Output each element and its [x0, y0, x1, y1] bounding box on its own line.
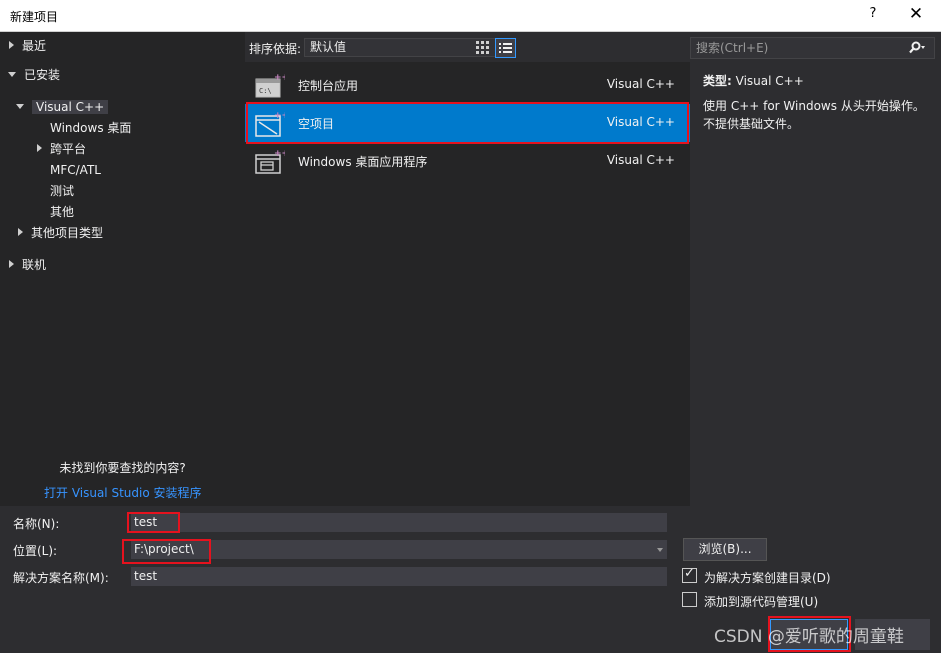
template-name: 控制台应用 — [298, 77, 358, 94]
type-value: Visual C++ — [736, 74, 804, 88]
title-bar: 新建项目 ? ✕ — [0, 0, 941, 32]
chevron-down-icon[interactable] — [16, 104, 24, 109]
location-value: F:\project\ — [134, 542, 194, 556]
create-directory-label: 为解决方案创建目录(D) — [704, 569, 831, 586]
chevron-right-icon[interactable] — [9, 260, 14, 268]
open-installer-link[interactable]: 打开 Visual Studio 安装程序 — [44, 484, 202, 501]
search-placeholder: 搜索(Ctrl+E) — [696, 41, 768, 55]
tree-item-label: 跨平台 — [50, 142, 86, 156]
template-list-toolbar: 排序依据: 默认值 — [245, 32, 690, 62]
template-name: 空项目 — [298, 115, 334, 132]
tree-item-label: 其他 — [50, 205, 74, 219]
tree-item-mfc-atl[interactable]: MFC/ATL — [50, 160, 101, 180]
tree-item-installed[interactable]: 已安装 — [8, 65, 60, 85]
template-language: Visual C++ — [607, 115, 675, 129]
svg-text:++: ++ — [274, 73, 285, 83]
console-app-icon: C:\ ++ — [255, 73, 285, 99]
template-type: 类型: Visual C++ — [703, 72, 935, 90]
close-button[interactable]: ✕ — [905, 4, 927, 24]
tree-item-label: 已安装 — [24, 68, 60, 82]
svg-text:C:\: C:\ — [259, 87, 272, 95]
svg-text:++: ++ — [274, 149, 285, 159]
template-name: Windows 桌面应用程序 — [298, 153, 427, 170]
location-input[interactable]: F:\project\ — [131, 540, 667, 559]
template-language: Visual C++ — [607, 77, 675, 91]
tree-item-test[interactable]: 测试 — [50, 181, 74, 201]
solution-name-value: test — [134, 569, 157, 583]
template-language: Visual C++ — [607, 153, 675, 167]
tree-item-label: 最近 — [22, 39, 46, 53]
tree-item-label: Visual C++ — [32, 100, 108, 114]
solution-name-label: 解决方案名称(M): — [13, 569, 109, 586]
template-list: C:\ ++ 控制台应用 Visual C++ ++ 空项目 Visual C+… — [245, 62, 690, 506]
dropdown-arrow-icon[interactable] — [657, 548, 663, 552]
grid-view-icon[interactable] — [474, 38, 492, 56]
tree-item-online[interactable]: 联机 — [9, 255, 46, 275]
list-view-button[interactable] — [495, 38, 516, 58]
template-details: 类型: Visual C++ 使用 C++ for Windows 从头开始操作… — [703, 72, 935, 133]
type-label: 类型: — [703, 74, 732, 88]
template-windows-desktop-app[interactable]: ++ Windows 桌面应用程序 Visual C++ — [245, 142, 690, 180]
svg-text:++: ++ — [274, 111, 285, 121]
list-view-icon — [496, 39, 515, 57]
sort-value: 默认值 — [310, 40, 346, 54]
tree-item-other[interactable]: 其他 — [50, 202, 74, 222]
sort-label: 排序依据: — [249, 40, 301, 57]
name-label: 名称(N): — [13, 515, 59, 532]
tree-item-label: MFC/ATL — [50, 163, 101, 177]
template-category-tree: 最近 已安装 Visual C++ Windows 桌面 跨平台 MFC/ATL… — [0, 32, 245, 506]
tree-item-visual-cpp[interactable]: Visual C++ — [16, 97, 108, 117]
search-input[interactable]: 搜索(Ctrl+E) — [690, 37, 935, 59]
windows-desktop-app-icon: ++ — [255, 149, 285, 175]
chevron-down-icon[interactable] — [8, 72, 16, 77]
tree-item-cross-platform[interactable]: 跨平台 — [37, 139, 86, 159]
template-console-app[interactable]: C:\ ++ 控制台应用 Visual C++ — [245, 66, 690, 104]
template-empty-project[interactable]: ++ 空项目 Visual C++ — [245, 104, 690, 142]
tree-item-label: 测试 — [50, 184, 74, 198]
help-button[interactable]: ? — [864, 6, 882, 21]
window-title: 新建项目 — [10, 8, 58, 25]
empty-project-icon: ++ — [255, 111, 285, 137]
name-input[interactable]: test — [131, 513, 667, 532]
tree-item-label: 联机 — [22, 258, 46, 272]
chevron-right-icon[interactable] — [9, 41, 14, 49]
tree-item-recent[interactable]: 最近 — [9, 36, 46, 56]
tree-item-other-project-types[interactable]: 其他项目类型 — [18, 223, 103, 243]
tree-item-label: 其他项目类型 — [31, 226, 103, 240]
not-found-text: 未找到你要查找的内容? — [0, 459, 245, 476]
tree-item-windows-desktop[interactable]: Windows 桌面 — [50, 118, 131, 138]
name-value: test — [134, 515, 157, 529]
chevron-right-icon[interactable] — [37, 144, 42, 152]
browse-button[interactable]: 浏览(B)... — [683, 538, 767, 561]
chevron-right-icon[interactable] — [18, 228, 23, 236]
solution-name-input[interactable]: test — [131, 567, 667, 586]
watermark: CSDN @爱听歌的周童鞋 — [714, 622, 904, 647]
add-source-control-checkbox[interactable] — [682, 592, 697, 607]
tree-item-label: Windows 桌面 — [50, 121, 131, 135]
template-description: 使用 C++ for Windows 从头开始操作。不提供基础文件。 — [703, 97, 935, 133]
add-source-control-label: 添加到源代码管理(U) — [704, 593, 818, 610]
create-directory-checkbox[interactable] — [682, 568, 697, 583]
search-icon[interactable] — [908, 41, 926, 55]
location-label: 位置(L): — [13, 542, 57, 559]
